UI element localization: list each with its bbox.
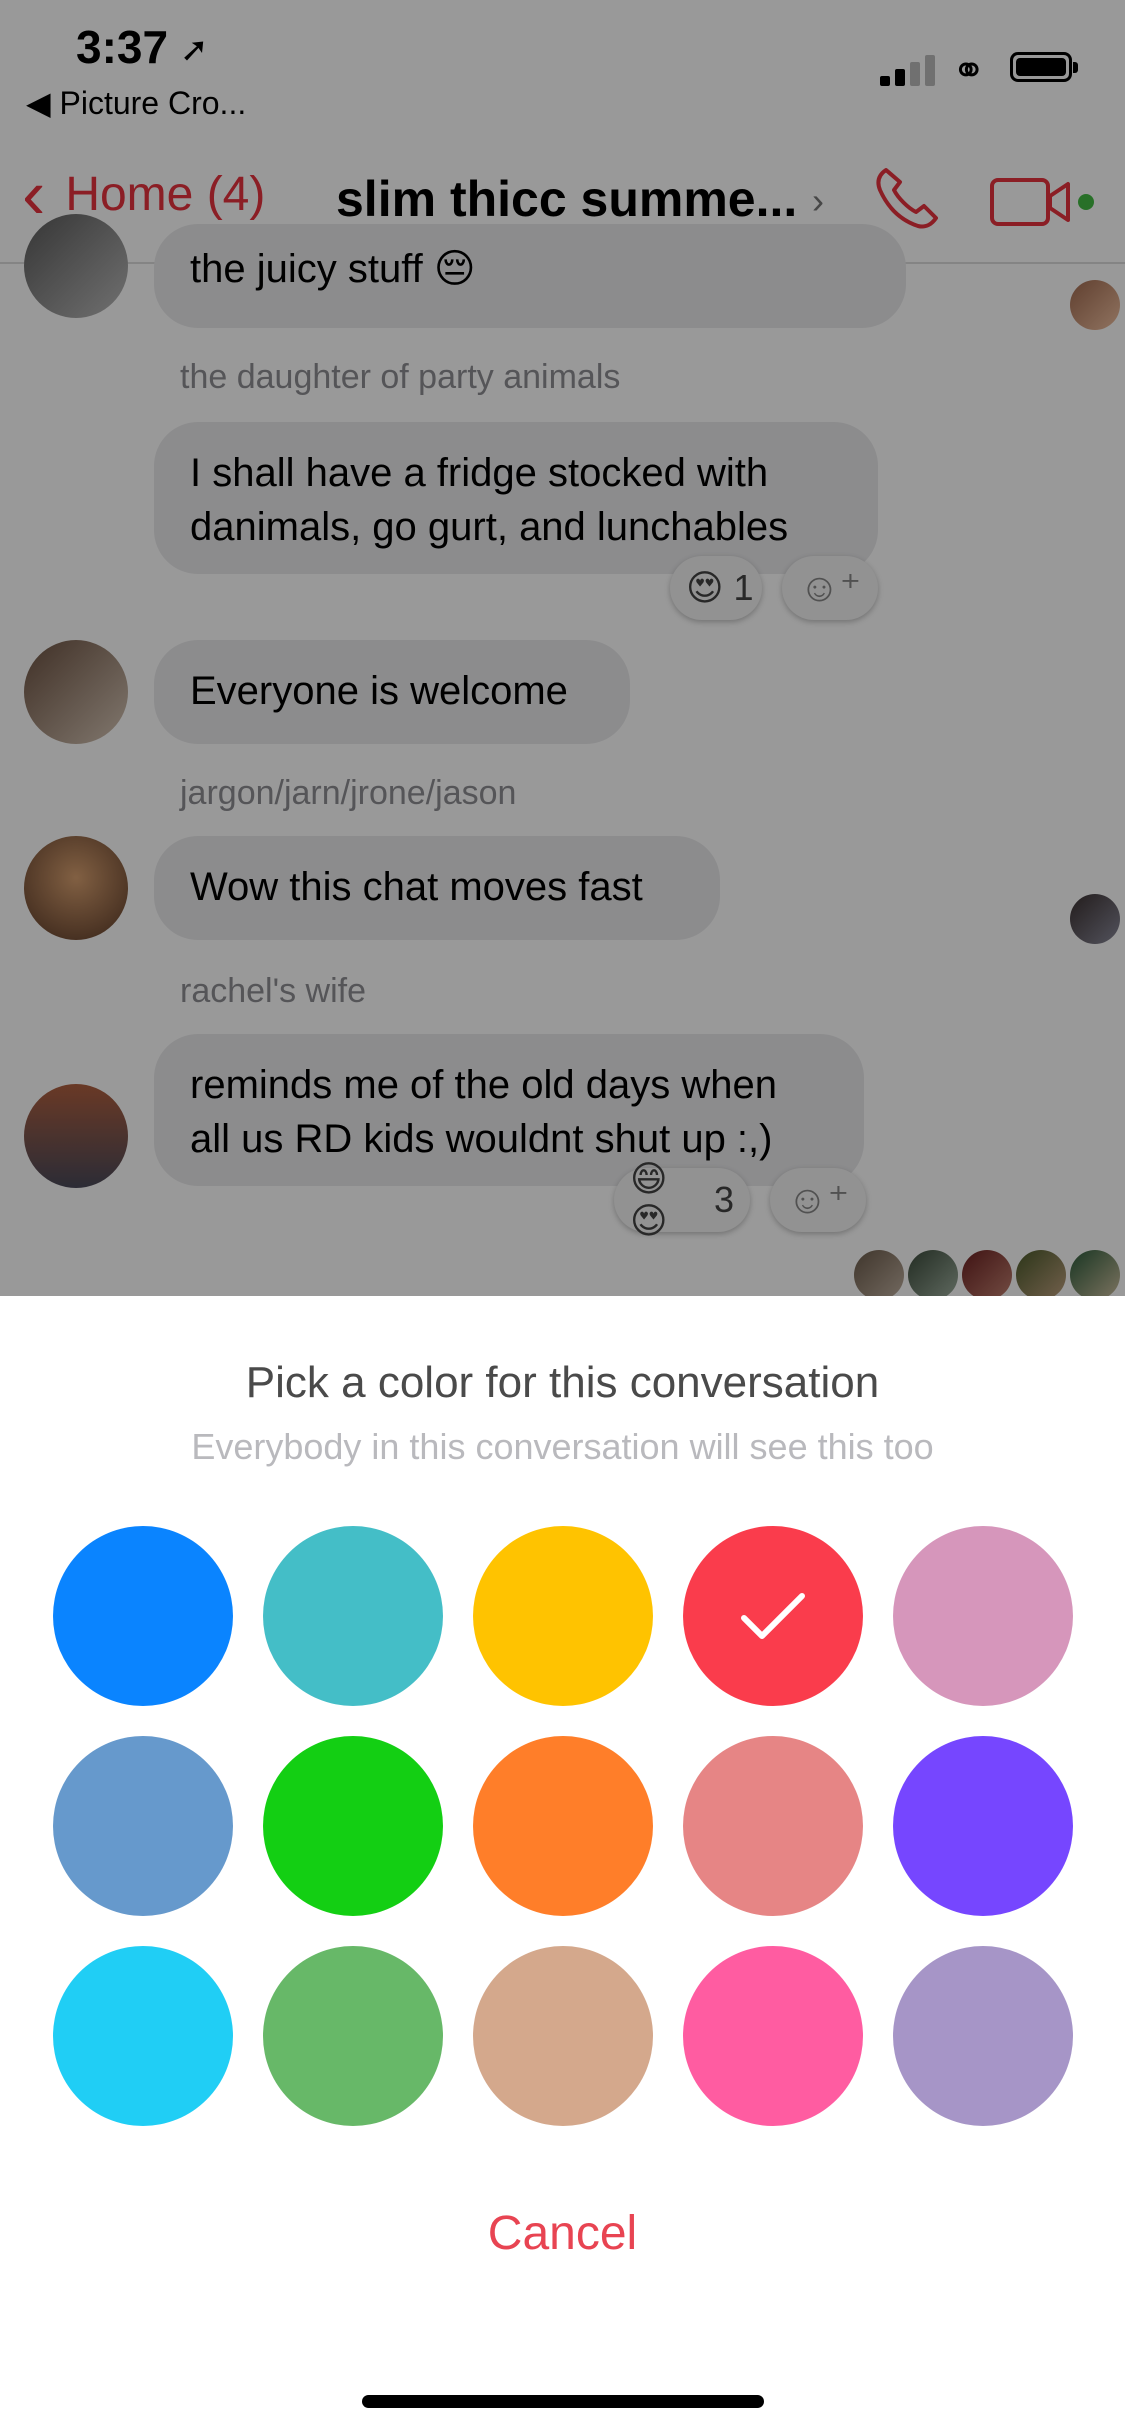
chat-background: 3:37 ➚ ◀ Picture Cro... ⚭ ‹ Home (4) sli… bbox=[0, 0, 1125, 1296]
color-picker-sheet: Pick a color for this conversation Every… bbox=[0, 1296, 1125, 2436]
color-swatch[interactable] bbox=[53, 1526, 233, 1706]
home-indicator bbox=[362, 2395, 764, 2408]
cancel-button[interactable]: Cancel bbox=[0, 2206, 1125, 2261]
color-swatch[interactable] bbox=[893, 1946, 1073, 2126]
color-swatch[interactable] bbox=[683, 1946, 863, 2126]
modal-dim-overlay[interactable] bbox=[0, 0, 1125, 1296]
color-swatch[interactable] bbox=[53, 1946, 233, 2126]
color-swatch[interactable] bbox=[53, 1736, 233, 1916]
color-swatch[interactable] bbox=[473, 1946, 653, 2126]
color-swatch[interactable] bbox=[263, 1946, 443, 2126]
color-swatch[interactable] bbox=[683, 1526, 863, 1706]
color-swatch[interactable] bbox=[893, 1526, 1073, 1706]
color-swatch[interactable] bbox=[893, 1736, 1073, 1916]
sheet-title: Pick a color for this conversation bbox=[245, 1358, 880, 1407]
color-swatch[interactable] bbox=[263, 1736, 443, 1916]
color-swatch[interactable] bbox=[473, 1736, 653, 1916]
sheet-subtitle: Everybody in this conversation will see … bbox=[191, 1426, 934, 1467]
color-swatch[interactable] bbox=[473, 1526, 653, 1706]
color-swatch[interactable] bbox=[263, 1526, 443, 1706]
checkmark-icon bbox=[741, 1593, 805, 1639]
color-swatch[interactable] bbox=[683, 1736, 863, 1916]
